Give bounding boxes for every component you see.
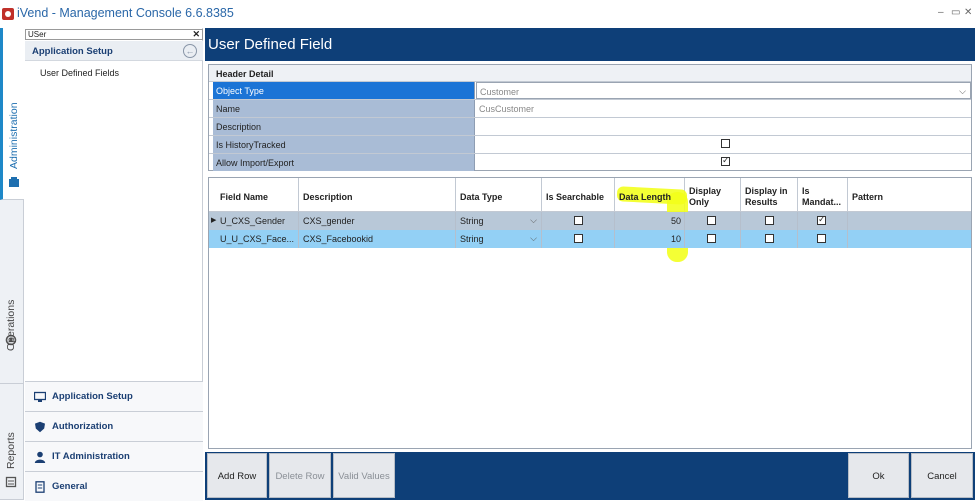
chevron-down-icon[interactable]: ⌵	[530, 215, 537, 226]
description-cell[interactable]: CXS_gender	[299, 212, 456, 230]
app-logo-icon	[2, 8, 14, 20]
main-panel: User Defined Field Header Detail Object …	[205, 28, 975, 500]
pattern-cell[interactable]	[848, 212, 971, 230]
field-name-cell[interactable]: U_U_CXS_Face...	[216, 230, 299, 248]
tab-administration-label: Administration	[8, 102, 20, 169]
col-display-in-results[interactable]: Display in Results	[741, 178, 798, 212]
add-row-button[interactable]: Add Row	[207, 453, 267, 498]
prop-row-name: Name CusCustomer	[209, 100, 971, 118]
admin-icon	[9, 177, 19, 187]
display-only-checkbox[interactable]	[707, 216, 716, 225]
display-in-results-checkbox[interactable]	[765, 216, 774, 225]
allow-import-export-label: Allow Import/Export	[213, 154, 475, 171]
col-is-mandatory[interactable]: Is Mandat...	[798, 178, 848, 212]
nav-authorization[interactable]: Authorization	[25, 411, 203, 441]
nav-application-setup-label: Application Setup	[52, 391, 133, 402]
data-type-select[interactable]: String ⌵	[456, 212, 542, 230]
field-name-cell[interactable]: U_CXS_Gender	[216, 212, 299, 230]
sidebar-item-user-defined-fields[interactable]: User Defined Fields	[40, 68, 119, 78]
display-in-results-checkbox[interactable]	[765, 234, 774, 243]
header-detail-panel: Header Detail Object Type Customer ⌵ Nam…	[208, 64, 972, 171]
history-tracked-checkbox[interactable]	[721, 139, 730, 148]
table-row[interactable]: ▶ U_CXS_Gender CXS_gender String ⌵ 50	[209, 212, 971, 230]
monitor-icon	[34, 391, 46, 402]
back-arrow-icon[interactable]: ←	[183, 44, 197, 58]
sidebar-section-header: Application Setup ←	[25, 41, 203, 61]
description-field[interactable]	[476, 118, 971, 135]
data-type-value: String	[460, 216, 484, 226]
is-mandatory-checkbox[interactable]	[817, 234, 826, 243]
prop-row-description: Description	[209, 118, 971, 136]
tab-operations-label: Operations	[5, 299, 17, 351]
module-tabs: Administration Operations Reports	[0, 28, 24, 500]
sidebar: USer ✕ Application Setup ← User Defined …	[25, 28, 203, 501]
col-display-only[interactable]: Display Only	[685, 178, 741, 212]
nav-general[interactable]: General	[25, 471, 203, 501]
search-input[interactable]: USer ✕	[25, 29, 203, 40]
restore-button[interactable]: ▭	[951, 7, 960, 18]
object-type-label: Object Type	[213, 82, 475, 99]
fields-grid: Field Name Description Data Type Is Sear…	[208, 177, 972, 449]
tab-administration[interactable]: Administration	[0, 28, 24, 200]
nav-authorization-label: Authorization	[52, 421, 114, 432]
title-bar: iVend - Management Console 6.6.8385 – ▭ …	[0, 0, 975, 28]
object-type-value: Customer	[480, 87, 520, 97]
shield-icon	[35, 421, 45, 433]
cancel-button[interactable]: Cancel	[911, 453, 973, 498]
description-cell[interactable]: CXS_Facebookid	[299, 230, 456, 248]
valid-values-button[interactable]: Valid Values	[333, 453, 395, 498]
nav-it-administration[interactable]: IT Administration	[25, 441, 203, 471]
prop-row-allow-import-export: Allow Import/Export	[209, 154, 971, 172]
prop-row-history-tracked: Is HistoryTracked	[209, 136, 971, 154]
col-data-type[interactable]: Data Type	[456, 178, 542, 212]
user-icon	[34, 451, 46, 463]
delete-row-button[interactable]: Delete Row	[269, 453, 331, 498]
close-button[interactable]: ✕	[964, 7, 972, 18]
is-mandatory-checkbox[interactable]	[817, 214, 826, 225]
pattern-cell[interactable]	[848, 230, 971, 248]
col-field-name[interactable]: Field Name	[216, 178, 299, 212]
search-input-value: USer	[28, 30, 47, 39]
allow-import-export-checkbox[interactable]	[721, 155, 730, 166]
col-data-length-label: Data Length	[619, 191, 672, 202]
action-toolbar: Add Row Delete Row Valid Values Ok Cance…	[205, 452, 975, 500]
col-description[interactable]: Description	[299, 178, 456, 212]
data-type-select[interactable]: String ⌵	[456, 230, 542, 248]
document-icon	[35, 481, 45, 493]
data-type-value: String	[460, 234, 484, 244]
data-length-cell[interactable]: 50	[615, 212, 685, 230]
tab-reports[interactable]: Reports	[0, 384, 24, 500]
is-searchable-checkbox[interactable]	[574, 216, 583, 225]
grid-header: Field Name Description Data Type Is Sear…	[209, 178, 971, 212]
tab-reports-label: Reports	[5, 432, 17, 469]
window-title: iVend - Management Console 6.6.8385	[17, 6, 234, 20]
sidebar-section-title: Application Setup	[32, 46, 113, 57]
nav-application-setup[interactable]: Application Setup	[25, 381, 203, 411]
tab-operations[interactable]: Operations	[0, 200, 24, 384]
name-label: Name	[213, 100, 475, 117]
display-only-checkbox[interactable]	[707, 234, 716, 243]
col-pattern[interactable]: Pattern	[848, 178, 971, 212]
nav-general-label: General	[52, 481, 88, 492]
col-is-searchable[interactable]: Is Searchable	[542, 178, 615, 212]
bottom-navigation: Application Setup Authorization IT Admin…	[25, 381, 203, 501]
table-row[interactable]: U_U_CXS_Face... CXS_Facebookid String ⌵ 1…	[209, 230, 971, 248]
description-label: Description	[213, 118, 475, 135]
name-field[interactable]: CusCustomer	[476, 100, 971, 117]
history-tracked-label: Is HistoryTracked	[213, 136, 475, 153]
minimize-button[interactable]: –	[938, 7, 944, 18]
ok-button[interactable]: Ok	[848, 453, 909, 498]
is-searchable-checkbox[interactable]	[574, 234, 583, 243]
chevron-down-icon[interactable]: ⌵	[959, 86, 966, 97]
prop-row-object-type[interactable]: Object Type Customer ⌵	[209, 82, 971, 100]
nav-it-administration-label: IT Administration	[52, 451, 130, 462]
header-detail-title: Header Detail	[209, 65, 971, 82]
chevron-down-icon[interactable]: ⌵	[530, 233, 537, 244]
clear-search-icon[interactable]: ✕	[192, 30, 200, 39]
object-type-select[interactable]: Customer ⌵	[476, 82, 971, 99]
report-icon	[5, 476, 17, 488]
page-title: User Defined Field	[205, 28, 975, 61]
data-length-cell[interactable]: 10	[615, 230, 685, 248]
